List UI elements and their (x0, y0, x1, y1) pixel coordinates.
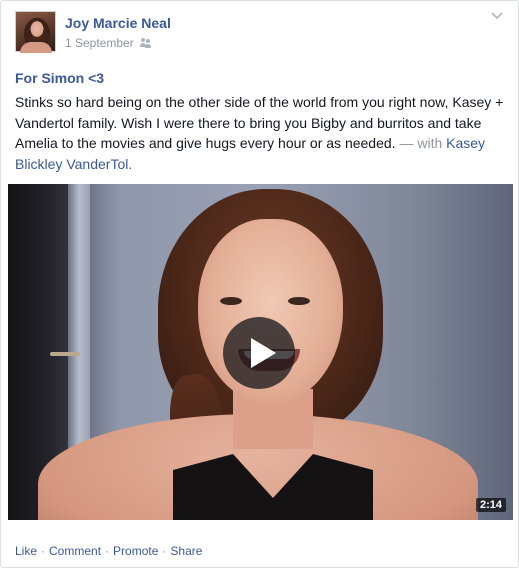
chevron-down-icon[interactable] (490, 11, 504, 21)
like-button[interactable]: Like (15, 544, 37, 558)
video-frame-right-eye (288, 297, 310, 305)
video-duration: 2:14 (475, 498, 506, 512)
promote-button[interactable]: Promote (113, 544, 158, 558)
video-player[interactable]: 2:14 (8, 184, 513, 520)
action-separator: · (41, 544, 46, 558)
post-meta: 1 September (65, 36, 152, 50)
post-title: For Simon <3 (15, 70, 105, 86)
post-actions: Like · Comment · Promote · Share (15, 544, 202, 558)
friends-icon[interactable] (139, 38, 152, 48)
author-name[interactable]: Joy Marcie Neal (65, 15, 171, 31)
action-separator: · (105, 544, 110, 558)
tagged-suffix: . (128, 155, 133, 172)
with-label: — with (399, 135, 443, 151)
video-frame-door-handle (50, 352, 80, 356)
post-date[interactable]: 1 September (65, 36, 134, 50)
author-avatar[interactable] (15, 11, 56, 53)
avatar-shoulder (20, 42, 52, 53)
video-frame-left-eye (220, 297, 242, 305)
post-header: Joy Marcie Neal 1 September (15, 11, 495, 55)
share-button[interactable]: Share (170, 544, 202, 558)
action-separator: · (162, 544, 167, 558)
feed-post: Joy Marcie Neal 1 September For Simon <3… (0, 0, 519, 568)
comment-button[interactable]: Comment (49, 544, 101, 558)
play-icon[interactable] (223, 317, 295, 389)
post-body: Stinks so hard being on the other side o… (15, 92, 513, 174)
